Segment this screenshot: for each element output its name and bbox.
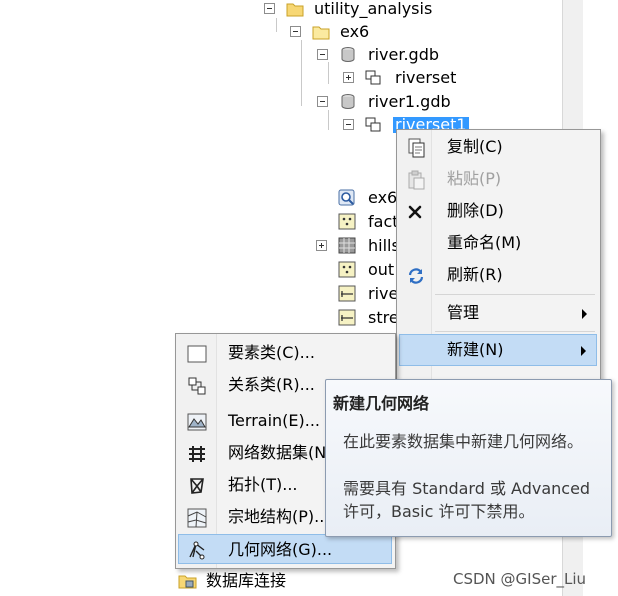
menu-label: 几何网络(G)...: [228, 540, 333, 559]
menu-label: 宗地结构(P)...: [228, 507, 330, 526]
database-connection-icon: [178, 575, 197, 589]
line-feature-class-icon: [338, 285, 356, 302]
expand-icon[interactable]: [343, 72, 354, 83]
point-feature-class-icon: [338, 261, 356, 278]
raster-icon: [338, 237, 356, 254]
collapse-icon[interactable]: [264, 3, 275, 14]
menu-item-copy[interactable]: 复制(C): [399, 132, 597, 162]
feature-dataset-icon: [365, 70, 381, 85]
topology-icon: [190, 478, 204, 494]
geometric-network-icon: [189, 541, 205, 560]
menu-separator: [435, 294, 595, 295]
menu-item-refresh[interactable]: 刷新(R): [399, 260, 597, 290]
menu-label: 拓扑(T)...: [228, 475, 298, 494]
tree-line: [301, 40, 302, 106]
folder-icon: [312, 26, 330, 40]
line-feature-class-icon: [338, 309, 356, 326]
relationship-class-icon: [188, 377, 206, 395]
menu-label: Terrain(E)...: [228, 411, 321, 430]
folder-icon: [286, 3, 304, 17]
collapse-icon[interactable]: [290, 26, 301, 37]
tree-label: out: [368, 260, 395, 279]
submenu-arrow-icon: [581, 346, 586, 356]
point-feature-class-icon: [338, 213, 356, 230]
tree-line: [276, 18, 277, 32]
tree-label: utility_analysis: [314, 0, 433, 18]
menu-item-delete[interactable]: 删除(D): [399, 196, 597, 226]
menu-label: 新建(N): [447, 340, 504, 359]
tree-label: riverset: [395, 68, 457, 87]
tree-label: rive: [368, 284, 399, 303]
menu-item-paste[interactable]: 粘贴(P): [399, 164, 597, 194]
tooltip-text: 需要具有 Standard 或 Advanced: [343, 479, 591, 498]
menu-label: 刷新(R): [447, 265, 503, 284]
submenu-arrow-icon: [582, 309, 587, 319]
menu-label: 网络数据集(N: [228, 443, 327, 462]
menu-label: 粘贴(P): [447, 169, 502, 188]
expand-icon[interactable]: [316, 240, 327, 251]
menu-label: 管理: [447, 303, 480, 322]
menu-item-new[interactable]: 新建(N): [399, 334, 597, 366]
feature-dataset-icon: [365, 117, 381, 132]
copy-icon: [408, 138, 425, 158]
parcel-fabric-icon: [187, 508, 207, 528]
tree-label: ex6: [340, 22, 370, 41]
menu-label: 关系类(R)...: [228, 375, 315, 394]
feature-class-icon: [187, 345, 207, 363]
tree-line: [328, 110, 329, 130]
tooltip-text: 在此要素数据集中新建几何网络。: [343, 432, 584, 451]
watermark: CSDN @GISer_Liu: [453, 570, 587, 588]
menu-item-manage[interactable]: 管理: [399, 298, 597, 328]
search-layer-icon: [338, 189, 355, 206]
submenu-item-geometric-network[interactable]: 几何网络(G)...: [178, 534, 392, 564]
menu-separator: [435, 331, 595, 332]
terrain-icon: [187, 413, 207, 431]
tooltip-text: 许可，Basic 许可下禁用。: [343, 502, 535, 521]
refresh-icon: [408, 268, 424, 284]
collapse-icon[interactable]: [343, 119, 354, 130]
tree-label: ex6: [368, 188, 398, 207]
tree-line: [328, 62, 329, 84]
menu-label: 删除(D): [447, 201, 504, 220]
network-dataset-icon: [189, 446, 205, 462]
paste-icon: [408, 170, 425, 190]
delete-icon: [408, 205, 422, 219]
tooltip-title: 新建几何网络: [333, 394, 430, 413]
tree-label: river.gdb: [368, 45, 439, 64]
tree-label: fact: [368, 212, 399, 231]
tree-label: 数据库连接: [206, 571, 287, 590]
tree-label: river1.gdb: [368, 92, 451, 111]
menu-label: 复制(C): [447, 137, 503, 156]
menu-label: 重命名(M): [447, 233, 522, 252]
collapse-icon[interactable]: [317, 49, 328, 60]
submenu-item-feature-class[interactable]: 要素类(C)...: [178, 338, 392, 368]
tooltip: 新建几何网络 在此要素数据集中新建几何网络。 需要具有 Standard 或 A…: [325, 379, 612, 537]
context-menu: 复制(C) 粘贴(P) 删除(D) 重命名(M) 刷新(R) 管理 新建(N): [396, 129, 601, 392]
menu-label: 要素类(C)...: [228, 343, 315, 362]
geodatabase-icon: [341, 94, 355, 109]
tree-label: stre: [368, 308, 399, 327]
menu-item-rename[interactable]: 重命名(M): [399, 228, 597, 258]
geodatabase-icon: [341, 47, 355, 62]
collapse-icon[interactable]: [317, 96, 328, 107]
